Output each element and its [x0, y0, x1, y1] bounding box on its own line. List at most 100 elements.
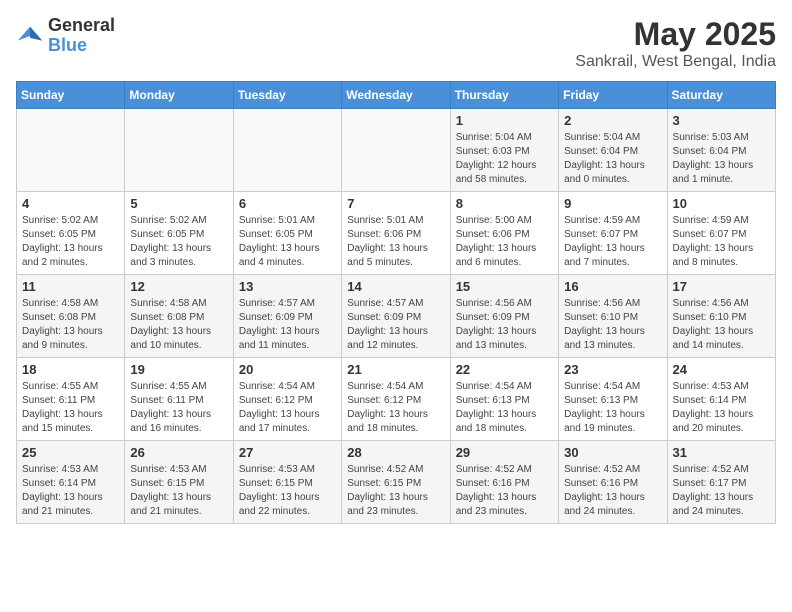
day-info: Sunrise: 5:00 AM Sunset: 6:06 PM Dayligh…	[456, 214, 553, 270]
calendar-cell: 10 Sunrise: 4:59 AM Sunset: 6:07 PM Dayli…	[667, 192, 775, 275]
day-info: Sunrise: 4:59 AM Sunset: 6:07 PM Dayligh…	[564, 214, 661, 270]
day-number: 27	[239, 445, 336, 460]
day-number: 28	[347, 445, 444, 460]
day-number: 17	[673, 279, 770, 294]
calendar-cell: 8 Sunrise: 5:00 AM Sunset: 6:06 PM Daylig…	[450, 192, 558, 275]
calendar-cell: 1 Sunrise: 5:04 AM Sunset: 6:03 PM Daylig…	[450, 109, 558, 192]
calendar-cell: 16Sunrise: 4:56 AM Sunset: 6:10 PM Dayli…	[559, 275, 667, 358]
location-title: Sankrail, West Bengal, India	[575, 53, 776, 71]
calendar-cell: 14 Sunrise: 4:57 AM Sunset: 6:09 PM Dayli…	[342, 275, 450, 358]
calendar-header-row: SundayMondayTuesdayWednesdayThursdayFrid…	[17, 82, 776, 109]
calendar-cell: 18Sunrise: 4:55 AM Sunset: 6:11 PM Dayli…	[17, 358, 125, 441]
calendar-cell: 22 Sunrise: 4:54 AM Sunset: 6:13 PM Dayli…	[450, 358, 558, 441]
day-info: Sunrise: 4:53 AM Sunset: 6:15 PM Dayligh…	[239, 463, 336, 519]
calendar-cell	[125, 109, 233, 192]
calendar-cell: 20 Sunrise: 4:54 AM Sunset: 6:12 PM Dayli…	[233, 358, 341, 441]
header-friday: Friday	[559, 82, 667, 109]
calendar-cell: 29Sunrise: 4:52 AM Sunset: 6:16 PM Dayli…	[450, 441, 558, 524]
day-info: Sunrise: 4:54 AM Sunset: 6:12 PM Dayligh…	[239, 380, 336, 436]
calendar-cell: 27 Sunrise: 4:53 AM Sunset: 6:15 PM Dayli…	[233, 441, 341, 524]
header-saturday: Saturday	[667, 82, 775, 109]
week-row-3: 18Sunrise: 4:55 AM Sunset: 6:11 PM Dayli…	[17, 358, 776, 441]
day-info: Sunrise: 4:52 AM Sunset: 6:17 PM Dayligh…	[673, 463, 770, 519]
day-number: 1	[456, 113, 553, 128]
calendar-cell: 19Sunrise: 4:55 AM Sunset: 6:11 PM Dayli…	[125, 358, 233, 441]
calendar-cell: 13 Sunrise: 4:57 AM Sunset: 6:09 PM Dayli…	[233, 275, 341, 358]
week-row-0: 1 Sunrise: 5:04 AM Sunset: 6:03 PM Daylig…	[17, 109, 776, 192]
day-number: 5	[130, 196, 227, 211]
calendar-cell	[17, 109, 125, 192]
calendar-cell: 31Sunrise: 4:52 AM Sunset: 6:17 PM Dayli…	[667, 441, 775, 524]
day-number: 21	[347, 362, 444, 377]
week-row-2: 11Sunrise: 4:58 AM Sunset: 6:08 PM Dayli…	[17, 275, 776, 358]
day-info: Sunrise: 4:53 AM Sunset: 6:14 PM Dayligh…	[22, 463, 119, 519]
day-info: Sunrise: 4:58 AM Sunset: 6:08 PM Dayligh…	[22, 297, 119, 353]
calendar-cell: 3Sunrise: 5:03 AM Sunset: 6:04 PM Daylig…	[667, 109, 775, 192]
week-row-1: 4 Sunrise: 5:02 AM Sunset: 6:05 PM Daylig…	[17, 192, 776, 275]
day-number: 9	[564, 196, 661, 211]
day-number: 14	[347, 279, 444, 294]
day-number: 7	[347, 196, 444, 211]
day-number: 25	[22, 445, 119, 460]
calendar-cell: 2 Sunrise: 5:04 AM Sunset: 6:04 PM Daylig…	[559, 109, 667, 192]
calendar-cell: 28Sunrise: 4:52 AM Sunset: 6:15 PM Dayli…	[342, 441, 450, 524]
page-header: General Blue May 2025 Sankrail, West Ben…	[16, 16, 776, 71]
calendar-cell: 9 Sunrise: 4:59 AM Sunset: 6:07 PM Daylig…	[559, 192, 667, 275]
day-number: 20	[239, 362, 336, 377]
day-info: Sunrise: 4:54 AM Sunset: 6:13 PM Dayligh…	[564, 380, 661, 436]
day-info: Sunrise: 4:57 AM Sunset: 6:09 PM Dayligh…	[347, 297, 444, 353]
day-number: 22	[456, 362, 553, 377]
calendar-cell: 26 Sunrise: 4:53 AM Sunset: 6:15 PM Dayli…	[125, 441, 233, 524]
calendar-cell: 7 Sunrise: 5:01 AM Sunset: 6:06 PM Daylig…	[342, 192, 450, 275]
header-wednesday: Wednesday	[342, 82, 450, 109]
day-number: 10	[673, 196, 770, 211]
day-number: 18	[22, 362, 119, 377]
calendar-cell: 6 Sunrise: 5:01 AM Sunset: 6:05 PM Daylig…	[233, 192, 341, 275]
calendar-cell: 15Sunrise: 4:56 AM Sunset: 6:09 PM Dayli…	[450, 275, 558, 358]
day-info: Sunrise: 4:53 AM Sunset: 6:15 PM Dayligh…	[130, 463, 227, 519]
calendar-cell: 25 Sunrise: 4:53 AM Sunset: 6:14 PM Dayli…	[17, 441, 125, 524]
calendar-cell: 17 Sunrise: 4:56 AM Sunset: 6:10 PM Dayli…	[667, 275, 775, 358]
day-info: Sunrise: 4:53 AM Sunset: 6:14 PM Dayligh…	[673, 380, 770, 436]
calendar-cell	[233, 109, 341, 192]
day-info: Sunrise: 4:59 AM Sunset: 6:07 PM Dayligh…	[673, 214, 770, 270]
day-info: Sunrise: 5:04 AM Sunset: 6:04 PM Dayligh…	[564, 131, 661, 187]
day-info: Sunrise: 4:54 AM Sunset: 6:13 PM Dayligh…	[456, 380, 553, 436]
day-info: Sunrise: 5:04 AM Sunset: 6:03 PM Dayligh…	[456, 131, 553, 187]
day-info: Sunrise: 4:57 AM Sunset: 6:09 PM Dayligh…	[239, 297, 336, 353]
header-thursday: Thursday	[450, 82, 558, 109]
calendar-cell: 21 Sunrise: 4:54 AM Sunset: 6:12 PM Dayli…	[342, 358, 450, 441]
day-number: 23	[564, 362, 661, 377]
logo-icon	[16, 22, 44, 50]
header-tuesday: Tuesday	[233, 82, 341, 109]
day-info: Sunrise: 5:01 AM Sunset: 6:05 PM Dayligh…	[239, 214, 336, 270]
day-number: 2	[564, 113, 661, 128]
calendar-cell: 23 Sunrise: 4:54 AM Sunset: 6:13 PM Dayli…	[559, 358, 667, 441]
day-number: 3	[673, 113, 770, 128]
day-info: Sunrise: 4:56 AM Sunset: 6:09 PM Dayligh…	[456, 297, 553, 353]
calendar-cell: 4Sunrise: 5:02 AM Sunset: 6:05 PM Daylig…	[17, 192, 125, 275]
day-number: 30	[564, 445, 661, 460]
calendar-cell	[342, 109, 450, 192]
day-number: 26	[130, 445, 227, 460]
day-info: Sunrise: 5:02 AM Sunset: 6:05 PM Dayligh…	[130, 214, 227, 270]
day-info: Sunrise: 4:56 AM Sunset: 6:10 PM Dayligh…	[673, 297, 770, 353]
day-number: 13	[239, 279, 336, 294]
day-number: 29	[456, 445, 553, 460]
day-info: Sunrise: 4:54 AM Sunset: 6:12 PM Dayligh…	[347, 380, 444, 436]
calendar-cell: 5 Sunrise: 5:02 AM Sunset: 6:05 PM Daylig…	[125, 192, 233, 275]
day-info: Sunrise: 4:52 AM Sunset: 6:16 PM Dayligh…	[564, 463, 661, 519]
title-block: May 2025 Sankrail, West Bengal, India	[575, 16, 776, 71]
day-number: 16	[564, 279, 661, 294]
day-number: 8	[456, 196, 553, 211]
day-number: 4	[22, 196, 119, 211]
header-sunday: Sunday	[17, 82, 125, 109]
month-title: May 2025	[575, 16, 776, 53]
week-row-4: 25 Sunrise: 4:53 AM Sunset: 6:14 PM Dayli…	[17, 441, 776, 524]
day-info: Sunrise: 5:01 AM Sunset: 6:06 PM Dayligh…	[347, 214, 444, 270]
header-monday: Monday	[125, 82, 233, 109]
day-number: 6	[239, 196, 336, 211]
day-info: Sunrise: 4:58 AM Sunset: 6:08 PM Dayligh…	[130, 297, 227, 353]
calendar-table: SundayMondayTuesdayWednesdayThursdayFrid…	[16, 81, 776, 524]
day-number: 19	[130, 362, 227, 377]
